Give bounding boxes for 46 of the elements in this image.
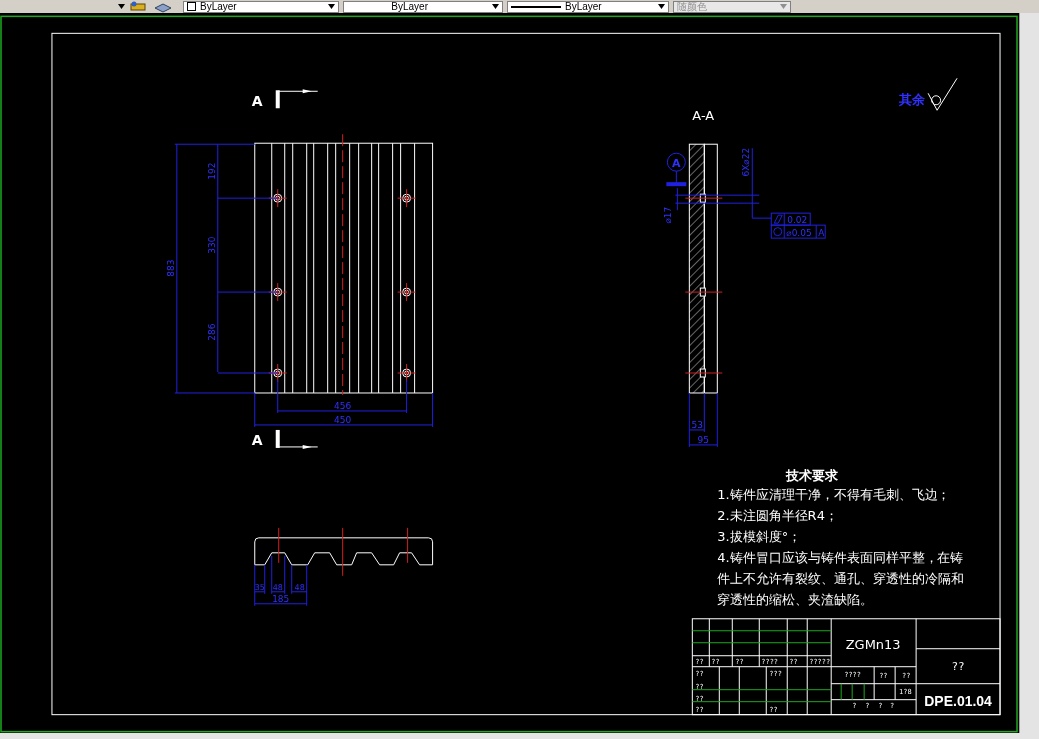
dimension-label: 450 — [334, 414, 352, 425]
dimension-label: 185 — [272, 593, 290, 604]
requirement-item: 2.未注圆角半径R4； — [717, 506, 839, 525]
part-name-label: ?? — [951, 659, 965, 673]
section-mark-label: A — [251, 93, 263, 110]
section-arrow-drawing — [275, 89, 319, 109]
vertical-scrollbar[interactable] — [1019, 13, 1039, 733]
requirement-item: 1.铸件应清理干净，不得有毛刺、飞边； — [717, 485, 952, 504]
requirement-item: 3.拔模斜度°； — [717, 527, 803, 546]
tolerance-value: 0.02 — [787, 215, 808, 226]
tolerance-value: ⌀0.05 — [786, 228, 812, 239]
dimension-label: ⌀17 — [663, 206, 674, 224]
linetype-dropdown[interactable]: ByLayer — [343, 0, 503, 13]
dimension-label: 883 — [165, 259, 176, 277]
dimension-label: 53 — [691, 419, 704, 430]
roughness-note: 其余 — [899, 92, 926, 108]
dimension-label: 192 — [206, 162, 217, 180]
dimension-lines-drawing — [254, 555, 308, 607]
dimension-label: 330 — [206, 236, 217, 254]
tolerance-frame-drawing — [770, 212, 826, 239]
requirements-title: 技术要求 — [786, 467, 839, 483]
caret-icon[interactable] — [328, 4, 335, 9]
caret-icon[interactable] — [492, 4, 499, 9]
datum-label: A — [672, 157, 681, 171]
dimension-label: 456 — [334, 400, 352, 411]
section-arrow-drawing — [275, 429, 319, 449]
material-label: ZGMn13 — [845, 636, 901, 652]
hole-callout-label: 6X⌀22 — [741, 147, 752, 177]
section-title: A-A — [692, 108, 715, 124]
caret-icon[interactable] — [118, 4, 125, 9]
horizontal-scrollbar[interactable] — [0, 733, 1039, 739]
requirement-item: 4.铸件冒口应该与铸件表面同样平整，在铸件上不允许有裂纹、通孔、穿透性的冷隔和穿透性的缩松、夹渣缺陷。 — [717, 548, 966, 609]
datum-symbol-drawing — [666, 152, 687, 187]
roughness-symbol-icon — [927, 77, 958, 111]
drawing-number-label: DPE.01.04 — [924, 692, 992, 709]
layers-icon[interactable] — [129, 0, 149, 13]
dimension-label: 35 — [254, 582, 265, 592]
dimension-label: 48 — [294, 582, 305, 592]
dimension-label: 95 — [697, 434, 710, 445]
tolerance-datum: A — [818, 228, 825, 239]
caret-icon[interactable] — [658, 4, 665, 9]
dimension-label: 286 — [206, 323, 217, 341]
dimension-label: 48 — [272, 582, 283, 592]
lineweight-dropdown[interactable]: ByLayer — [507, 0, 669, 13]
section-mark-label: A — [251, 431, 263, 448]
layer-dropdown[interactable]: ByLayer — [183, 0, 339, 13]
